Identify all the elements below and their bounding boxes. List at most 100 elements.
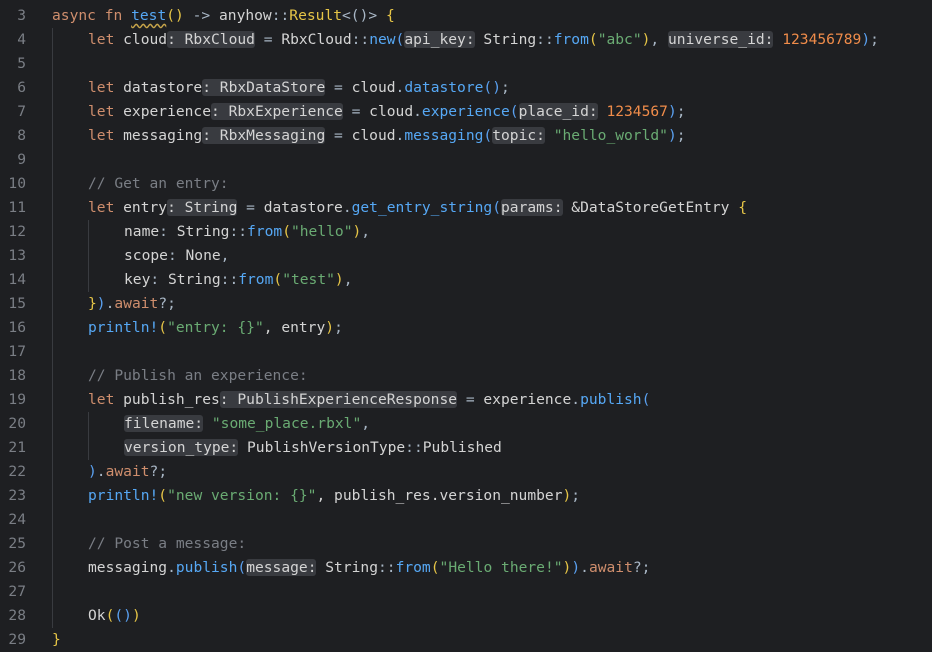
code-editor[interactable]: 3 async fn test() -> anyhow::Result<()> {… bbox=[0, 0, 932, 651]
code-token: Published bbox=[422, 439, 502, 456]
code-line[interactable]: 12 name: String::from("hello"), bbox=[0, 220, 932, 244]
code-text: name: String::from("hello"), bbox=[124, 220, 370, 244]
code-line[interactable]: 11 let entry: String = datastore.get_entr… bbox=[0, 196, 932, 220]
indent-guide bbox=[52, 412, 53, 436]
line-number: 15 bbox=[8, 295, 26, 312]
code-token: = bbox=[254, 31, 282, 48]
code-line[interactable]: 19 let publish_res: PublishExperienceResp… bbox=[0, 388, 932, 412]
indent-guide bbox=[52, 244, 53, 268]
code-line[interactable]: 9 bbox=[0, 148, 932, 172]
code-text: messaging.publish(message: String::from(… bbox=[88, 556, 650, 580]
code-line[interactable]: 18 // Publish an experience: bbox=[0, 364, 932, 388]
code-token: ( bbox=[158, 319, 168, 336]
inlay-hint: : RbxExperience bbox=[211, 103, 343, 120]
code-token: . bbox=[413, 103, 422, 120]
code-line[interactable]: 7 let experience: RbxExperience = cloud.e… bbox=[0, 100, 932, 124]
code-token: , bbox=[220, 247, 230, 264]
code-token: experience bbox=[483, 391, 572, 408]
code-token: = bbox=[342, 103, 370, 120]
code-token: : bbox=[167, 247, 186, 264]
code-token: () bbox=[483, 79, 501, 96]
code-token: ) bbox=[667, 127, 677, 144]
code-line[interactable]: 21 version_type: PublishVersionType::Publ… bbox=[0, 436, 932, 460]
code-token: () bbox=[166, 7, 184, 24]
code-token: ; bbox=[571, 487, 581, 504]
code-line[interactable]: 20 filename: "some_place.rbxl", bbox=[0, 412, 932, 436]
code-line[interactable]: 6 let datastore: RbxDataStore = cloud.dat… bbox=[0, 76, 932, 100]
code-line[interactable]: 24 bbox=[0, 508, 932, 532]
code-line[interactable]: 14 key: String::from("test"), bbox=[0, 268, 932, 292]
code-token: = bbox=[457, 391, 484, 408]
line-number: 5 bbox=[17, 55, 26, 72]
code-line[interactable]: 27 bbox=[0, 580, 932, 604]
code-line[interactable]: 17 bbox=[0, 340, 932, 364]
code-line[interactable]: 15}).await?; bbox=[0, 292, 932, 316]
code-token: ( bbox=[588, 31, 598, 48]
code-token: let bbox=[88, 31, 115, 48]
code-line[interactable]: 3 async fn test() -> anyhow::Result<()> { bbox=[0, 4, 932, 28]
code-text: } bbox=[52, 628, 61, 652]
code-text: let cloud: RbxCloud = RbxCloud::new (api_… bbox=[88, 28, 879, 52]
indent-guide bbox=[52, 532, 53, 556]
code-line[interactable]: 13 scope: None, bbox=[0, 244, 932, 268]
code-token: ) bbox=[88, 463, 97, 480]
code-token: String bbox=[474, 31, 537, 48]
code-token: 1234567 bbox=[606, 103, 668, 120]
code-token: ?; bbox=[632, 559, 651, 576]
code-line[interactable]: 23 println!("new version: {}", publish_re… bbox=[0, 484, 932, 508]
code-token: ; bbox=[501, 79, 510, 96]
line-number: 24 bbox=[8, 511, 26, 528]
code-token: // Post a message: bbox=[88, 535, 247, 552]
code-line[interactable]: 29} bbox=[0, 628, 932, 652]
code-token: , bbox=[361, 223, 371, 240]
code-token: ) bbox=[334, 271, 344, 288]
code-token: from bbox=[238, 271, 274, 288]
inlay-hint: place_id: bbox=[518, 103, 598, 120]
code-token: await bbox=[114, 295, 159, 312]
code-token: :: bbox=[351, 31, 370, 48]
code-line[interactable]: 4 let cloud: RbxCloud = RbxCloud::new (api… bbox=[0, 28, 932, 52]
line-number: 14 bbox=[8, 271, 26, 288]
code-token: "hello_world" bbox=[553, 127, 668, 144]
code-line[interactable]: 28 Ok(()) bbox=[0, 604, 932, 628]
code-token: ) bbox=[667, 103, 677, 120]
code-token: ?; bbox=[149, 463, 168, 480]
code-token: , entry bbox=[263, 319, 326, 336]
code-line[interactable]: 16 println!("entry: {}", entry); bbox=[0, 316, 932, 340]
code-text: version_type: PublishVersionType::Publis… bbox=[124, 436, 502, 460]
line-number: 9 bbox=[17, 151, 26, 168]
code-token: ( bbox=[492, 199, 501, 216]
code-token: Ok bbox=[88, 607, 106, 624]
code-text: println!("entry: {}", entry); bbox=[88, 316, 343, 340]
inlay-hint: topic: bbox=[492, 127, 545, 144]
code-line[interactable]: 8 let messaging: RbxMessaging = cloud.mes… bbox=[0, 124, 932, 148]
indent-guide bbox=[52, 76, 53, 100]
code-token: fn bbox=[104, 7, 123, 24]
indent-guide bbox=[88, 268, 89, 292]
code-token: PublishVersionType bbox=[238, 439, 406, 456]
inlay-hint: : RbxDataStore bbox=[202, 79, 326, 96]
code-token: RbxCloud bbox=[281, 31, 352, 48]
code-token: ) bbox=[96, 295, 106, 312]
indent-guide bbox=[52, 508, 53, 532]
code-token: ( bbox=[237, 559, 247, 576]
indent-guide bbox=[52, 148, 53, 172]
code-line[interactable]: 22).await?; bbox=[0, 460, 932, 484]
indent-guide bbox=[52, 340, 53, 364]
code-token: name bbox=[124, 223, 160, 240]
code-line[interactable]: 10 // Get an entry: bbox=[0, 172, 932, 196]
line-number: 20 bbox=[8, 415, 26, 432]
inlay-hint: : String bbox=[167, 199, 238, 216]
code-line[interactable]: 25 // Post a message: bbox=[0, 532, 932, 556]
code-token: test bbox=[131, 7, 167, 24]
code-token: "entry: {}" bbox=[167, 319, 264, 336]
code-line[interactable]: 26 messaging.publish(message: String::fro… bbox=[0, 556, 932, 580]
indent-guide bbox=[88, 244, 89, 268]
code-token: ) bbox=[571, 559, 581, 576]
code-token: let bbox=[88, 199, 115, 216]
code-token: "Hello there!" bbox=[439, 559, 563, 576]
code-line[interactable]: 5 bbox=[0, 52, 932, 76]
